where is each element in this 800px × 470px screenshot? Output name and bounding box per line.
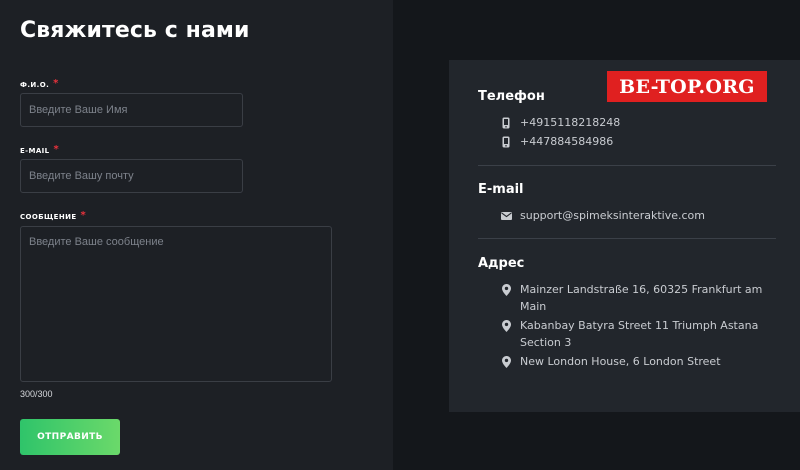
message-label-text: СООБЩЕНИЕ [20, 213, 77, 221]
map-pin-icon [500, 281, 512, 298]
phone-item[interactable]: +4915118218248 [500, 114, 770, 131]
address-text: Kabanbay Batyra Street 11 Triumph Astana… [520, 319, 759, 349]
phone-number: +447884584986 [520, 135, 614, 148]
watermark: BE-TOP.ORG [607, 71, 767, 102]
message-textarea[interactable] [20, 226, 332, 382]
phone-icon [500, 133, 512, 150]
address-item[interactable]: Kabanbay Batyra Street 11 Triumph Astana… [500, 317, 770, 351]
required-mark: * [53, 144, 60, 155]
address-section-title: Адрес [478, 256, 525, 271]
phone-item[interactable]: +447884584986 [500, 133, 770, 150]
submit-button[interactable]: ОТПРАВИТЬ [20, 419, 120, 455]
divider [478, 238, 776, 239]
phone-number: +4915118218248 [520, 116, 621, 129]
address-item[interactable]: New London House, 6 London Street [500, 353, 770, 370]
email-label: E-MAIL * [20, 144, 60, 156]
email-item[interactable]: support@spimeksinteraktive.com [500, 207, 770, 224]
address-item[interactable]: Mainzer Landstraße 16, 60325 Frankfurt a… [500, 281, 770, 315]
char-counter: 300/300 [20, 389, 53, 399]
address-text: Mainzer Landstraße 16, 60325 Frankfurt a… [520, 283, 763, 313]
address-text: New London House, 6 London Street [520, 355, 721, 368]
phone-icon [500, 114, 512, 131]
required-mark: * [53, 78, 59, 89]
email-address: support@spimeksinteraktive.com [520, 209, 705, 222]
name-input[interactable] [20, 93, 243, 127]
name-label: Ф.И.О. * [20, 78, 59, 90]
form-title: Свяжитесь с нами [20, 18, 250, 43]
required-mark: * [80, 210, 87, 221]
map-pin-icon [500, 317, 512, 334]
map-pin-icon [500, 353, 512, 370]
divider [478, 165, 776, 166]
phone-section-title: Телефон [478, 89, 545, 104]
envelope-icon [500, 207, 512, 224]
message-label: СООБЩЕНИЕ * [20, 210, 87, 222]
email-section-title: E-mail [478, 182, 524, 197]
email-label-text: E-MAIL [20, 147, 50, 155]
name-label-text: Ф.И.О. [20, 81, 50, 89]
email-input[interactable] [20, 159, 243, 193]
